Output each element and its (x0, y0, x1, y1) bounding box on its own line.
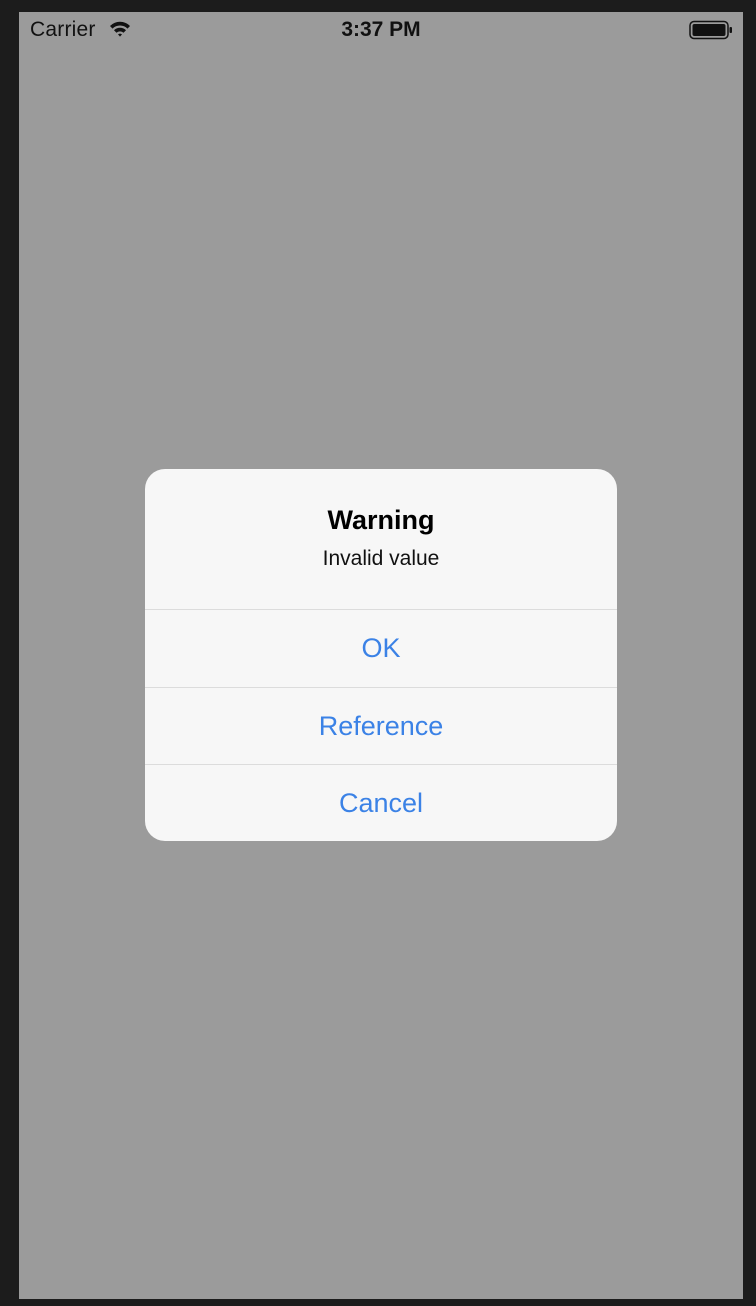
status-time: 3:37 PM (341, 18, 421, 41)
alert-title: Warning (327, 505, 435, 535)
battery-icon (689, 20, 733, 40)
device-frame: Carrier 3:37 PM Warning Invalid value OK… (0, 0, 756, 1306)
alert-dialog: Warning Invalid value OK Reference Cance… (145, 469, 617, 841)
status-bar: Carrier 3:37 PM (19, 12, 743, 50)
alert-message: Invalid value (322, 547, 440, 570)
alert-header: Warning Invalid value (145, 469, 617, 609)
ok-button[interactable]: OK (145, 609, 617, 686)
reference-button[interactable]: Reference (145, 687, 617, 764)
cancel-button[interactable]: Cancel (145, 764, 617, 841)
app-screen: Carrier 3:37 PM Warning Invalid value OK… (19, 12, 743, 1299)
